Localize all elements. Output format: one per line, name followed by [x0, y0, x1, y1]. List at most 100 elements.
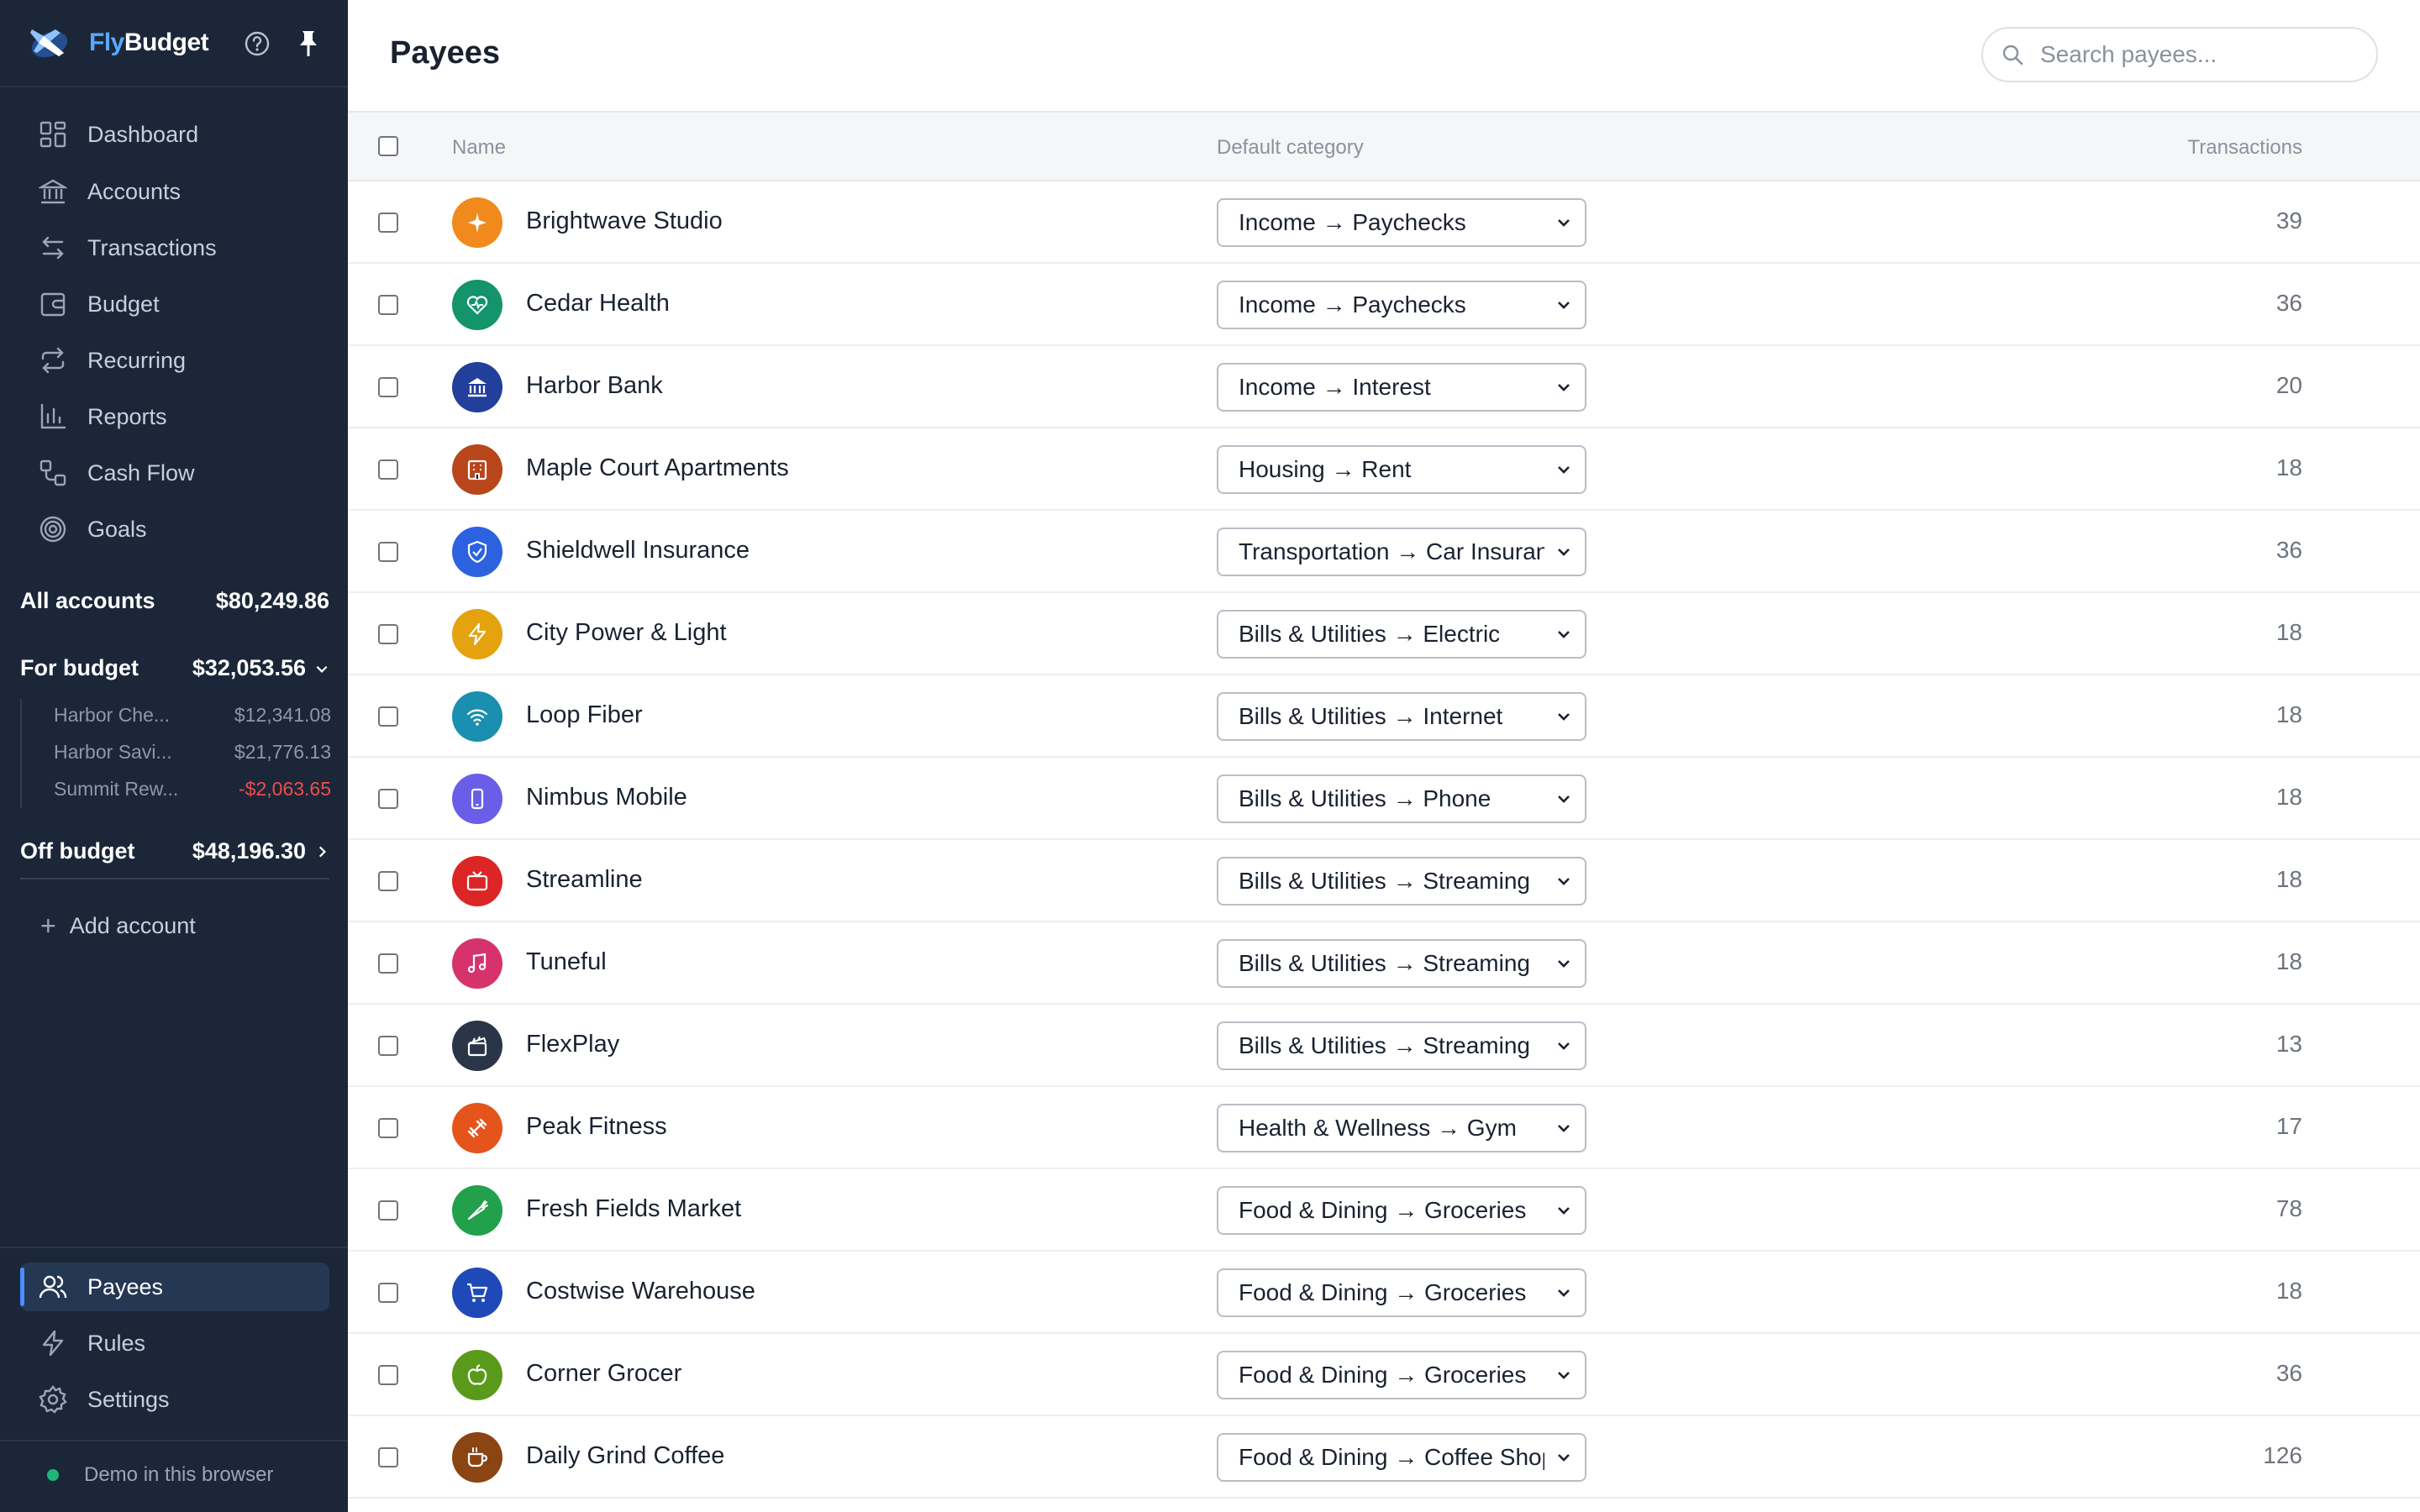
nav-budget[interactable]: Budget [20, 280, 329, 328]
row-checkbox[interactable] [378, 459, 398, 480]
payee-name[interactable]: Fresh Fields Market [526, 1195, 741, 1223]
nav-cash-flow[interactable]: Cash Flow [20, 449, 329, 497]
payee-name[interactable]: Peak Fitness [526, 1113, 667, 1141]
category-select[interactable]: Food & Dining → Groceries [1217, 1186, 1586, 1235]
pin-icon[interactable] [296, 29, 321, 59]
off-budget-row[interactable]: Off budget $48,196.30 [20, 838, 329, 864]
payee-name[interactable]: FlexPlay [526, 1031, 619, 1058]
payee-avatar [452, 1185, 502, 1236]
category-select[interactable]: Bills & Utilities → Internet [1217, 692, 1586, 741]
select-all-checkbox[interactable] [378, 136, 398, 156]
row-checkbox[interactable] [378, 377, 398, 397]
payee-name[interactable]: Brightwave Studio [526, 207, 723, 235]
table-row[interactable]: Cedar Health Income → Paychecks 36 [348, 264, 2420, 346]
payee-name[interactable]: Loop Fiber [526, 701, 643, 729]
table-row[interactable]: Loop Fiber Bills & Utilities → Internet 18 [348, 675, 2420, 758]
column-header-category[interactable]: Default category [1217, 136, 1364, 160]
category-select[interactable]: Income → Interest [1217, 363, 1586, 412]
nav-reports[interactable]: Reports [20, 392, 329, 441]
chevron-down-icon [1558, 1207, 1570, 1215]
table-row[interactable]: Shieldwell Insurance Transportation → Car… [348, 511, 2420, 593]
row-checkbox[interactable] [378, 213, 398, 233]
category-select[interactable]: Food & Dining → Groceries [1217, 1351, 1586, 1399]
table-row[interactable]: Costwise Warehouse Food & Dining → Grocer… [348, 1252, 2420, 1334]
category-select[interactable]: Income → Paychecks [1217, 198, 1586, 247]
row-checkbox[interactable] [378, 789, 398, 809]
table-row[interactable]: Harbor Bank Income → Interest 20 [348, 346, 2420, 428]
payee-name[interactable]: Corner Grocer [526, 1360, 681, 1388]
table-row[interactable]: FlexPlay Bills & Utilities → Streaming 13 [348, 1005, 2420, 1087]
transaction-count: 18 [2275, 866, 2302, 892]
chevron-right-icon [318, 846, 326, 857]
table-row[interactable]: Nimbus Mobile Bills & Utilities → Phone 18 [348, 758, 2420, 840]
table-row[interactable]: Daily Grind Coffee Food & Dining → Coffee… [348, 1416, 2420, 1499]
category-select[interactable]: Income → Paychecks [1217, 281, 1586, 329]
nav-dashboard[interactable]: Dashboard [20, 110, 329, 159]
account-item[interactable]: Summit Rew... -$2,063.65 [54, 778, 331, 801]
row-checkbox[interactable] [378, 624, 398, 644]
payee-name[interactable]: Cedar Health [526, 290, 670, 318]
bolt-icon [468, 622, 487, 646]
column-header-name[interactable]: Name [452, 136, 506, 160]
account-balance: $12,341.08 [234, 704, 331, 726]
payee-name[interactable]: Streamline [526, 866, 643, 894]
category-select[interactable]: Bills & Utilities → Streaming [1217, 857, 1586, 906]
table-row[interactable]: Streamline Bills & Utilities → Streaming 1… [348, 840, 2420, 922]
payee-name[interactable]: Harbor Bank [526, 372, 663, 400]
row-checkbox[interactable] [378, 542, 398, 562]
for-budget-row[interactable]: For budget $32,053.56 [20, 655, 329, 681]
add-account-label: Add account [69, 913, 196, 938]
payee-name[interactable]: Daily Grind Coffee [526, 1442, 724, 1470]
payee-name[interactable]: Nimbus Mobile [526, 784, 687, 811]
clapper-icon [467, 1036, 487, 1057]
nav-rules[interactable]: Rules [20, 1319, 329, 1368]
table-row[interactable]: City Power & Light Bills & Utilities → El… [348, 593, 2420, 675]
nav-payees[interactable]: Payees [20, 1263, 329, 1311]
row-checkbox[interactable] [378, 871, 398, 891]
table-row[interactable]: Tuneful Bills & Utilities → Streaming 18 [348, 922, 2420, 1005]
nav-goals[interactable]: Goals [20, 505, 329, 554]
account-item[interactable]: Harbor Che... $12,341.08 [54, 704, 331, 727]
column-header-transactions[interactable]: Transactions [2188, 136, 2303, 160]
row-checkbox[interactable] [378, 1036, 398, 1056]
row-checkbox[interactable] [378, 1365, 398, 1385]
row-checkbox[interactable] [378, 1118, 398, 1138]
row-checkbox[interactable] [378, 953, 398, 974]
payee-name[interactable]: Maple Court Apartments [526, 454, 789, 482]
row-checkbox[interactable] [378, 1200, 398, 1221]
category-select[interactable]: Health & Wellness → Gym [1217, 1104, 1586, 1152]
row-checkbox[interactable] [378, 1447, 398, 1467]
category-select[interactable]: Housing → Rent [1217, 445, 1586, 494]
table-row[interactable]: Maple Court Apartments Housing → Rent 18 [348, 428, 2420, 511]
category-value: Food & Dining → Coffee Shops [1239, 1444, 1544, 1470]
divider [0, 1247, 348, 1248]
category-select[interactable]: Food & Dining → Groceries [1217, 1268, 1586, 1317]
row-checkbox[interactable] [378, 1283, 398, 1303]
table-row[interactable]: Peak Fitness Health & Wellness → Gym 17 [348, 1087, 2420, 1169]
account-item[interactable]: Harbor Savi... $21,776.13 [54, 741, 331, 764]
all-accounts-row[interactable]: All accounts $80,249.86 [20, 588, 329, 614]
payee-name[interactable]: Costwise Warehouse [526, 1278, 755, 1305]
row-checkbox[interactable] [378, 295, 398, 315]
table-row[interactable]: Fresh Fields Market Food & Dining → Groce… [348, 1169, 2420, 1252]
category-select[interactable]: Bills & Utilities → Electric [1217, 610, 1586, 659]
payee-name[interactable]: City Power & Light [526, 619, 727, 647]
category-select[interactable]: Bills & Utilities → Phone [1217, 774, 1586, 823]
search-input[interactable] [2040, 41, 2368, 68]
table-row[interactable]: Brightwave Studio Income → Paychecks 39 [348, 181, 2420, 264]
row-checkbox[interactable] [378, 706, 398, 727]
table-row[interactable]: Corner Grocer Food & Dining → Groceries 36 [348, 1334, 2420, 1416]
category-select[interactable]: Bills & Utilities → Streaming [1217, 939, 1586, 988]
add-account-button[interactable]: + Add account [40, 911, 196, 942]
payee-name[interactable]: Shieldwell Insurance [526, 537, 750, 564]
nav-settings[interactable]: Settings [20, 1375, 329, 1424]
nav-recurring[interactable]: Recurring [20, 336, 329, 385]
nav-accounts[interactable]: Accounts [20, 167, 329, 216]
payee-name[interactable]: Tuneful [526, 948, 607, 976]
help-circle-icon[interactable] [244, 30, 271, 57]
category-select[interactable]: Transportation → Car Insurance [1217, 528, 1586, 576]
search-box[interactable] [1981, 27, 2378, 82]
nav-transactions[interactable]: Transactions [20, 223, 329, 272]
category-select[interactable]: Bills & Utilities → Streaming [1217, 1021, 1586, 1070]
category-select[interactable]: Food & Dining → Coffee Shops [1217, 1433, 1586, 1482]
